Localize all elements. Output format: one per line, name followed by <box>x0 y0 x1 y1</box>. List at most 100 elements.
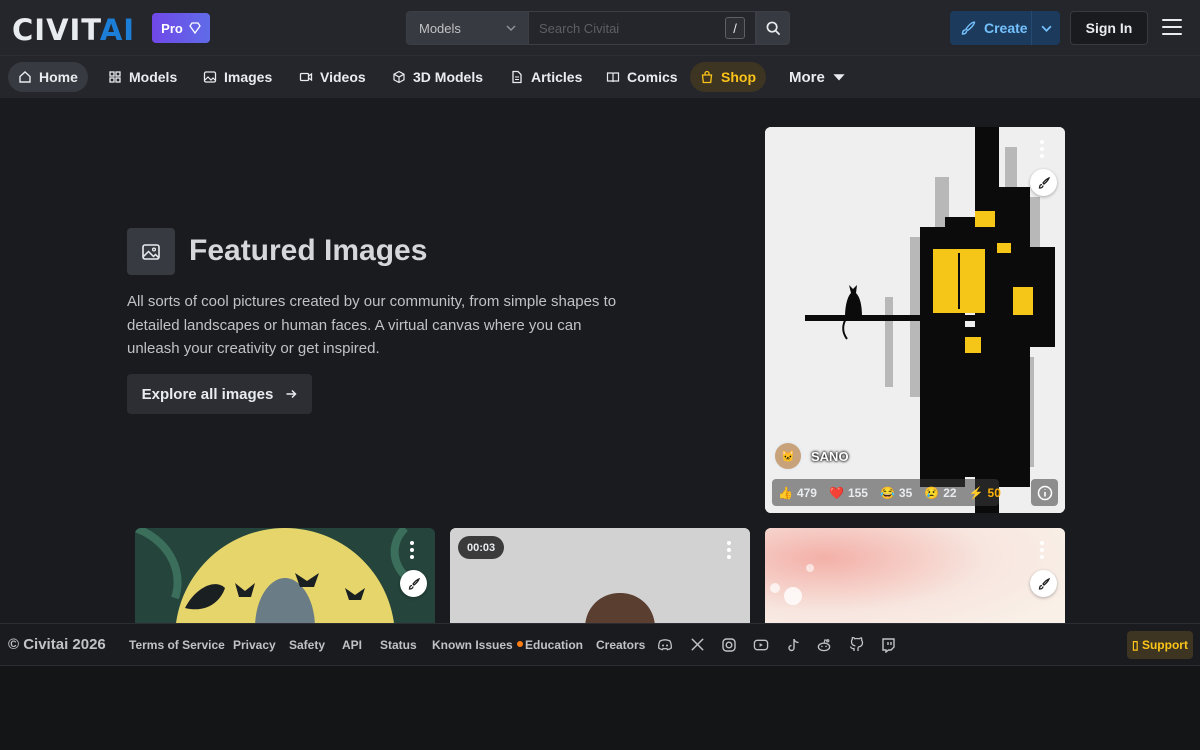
nav-more-label: More <box>789 68 825 86</box>
nav-shop-label: Shop <box>721 69 756 85</box>
grid-icon <box>109 71 121 83</box>
thumbs-up-icon: 👍 <box>778 485 793 500</box>
page-bottom <box>0 666 1200 750</box>
laugh-icon: 😂 <box>879 485 895 500</box>
laugh-reaction[interactable]: 😂 35 <box>880 486 912 500</box>
footer-link-status[interactable]: Status <box>380 638 417 652</box>
footer-link-education[interactable]: Education <box>525 638 583 652</box>
known-issues-label: Known Issues <box>432 637 513 652</box>
create-dropdown-toggle[interactable] <box>1032 23 1060 34</box>
image-info-button[interactable] <box>1031 479 1058 506</box>
pro-label: Pro <box>161 20 183 36</box>
nav-comics[interactable]: Comics <box>596 62 688 92</box>
more-options-icon[interactable] <box>1040 140 1044 158</box>
photo-icon <box>142 243 160 260</box>
page-description: All sorts of cool pictures created by ou… <box>127 293 617 357</box>
remix-icon[interactable] <box>400 570 427 597</box>
page-title: Featured Images <box>189 234 428 267</box>
video-icon <box>299 72 313 82</box>
nav-shop[interactable]: Shop <box>690 62 766 92</box>
heart-reaction[interactable]: ❤️ 155 <box>829 486 868 500</box>
status-dot <box>516 640 523 647</box>
nav-home-label: Home <box>39 69 78 85</box>
nav-videos[interactable]: Videos <box>289 62 376 92</box>
laugh-count: 35 <box>898 485 913 500</box>
top-bar: CIVITAI Pro Models Search Civitai / Crea… <box>0 0 1200 56</box>
like-reaction[interactable]: 👍 479 <box>778 486 817 500</box>
author-name[interactable]: SANO <box>811 449 849 464</box>
x-twitter-icon[interactable] <box>689 637 705 653</box>
nav-images[interactable]: Images <box>193 62 282 92</box>
nav-comics-label: Comics <box>627 69 678 85</box>
reaction-bar: 👍 479 ❤️ 155 😂 35 😢 22 ⚡ 50 <box>772 479 1001 506</box>
support-label: Support <box>1141 638 1188 652</box>
search-bar: Models Search Civitai / <box>406 11 790 45</box>
nav-images-label: Images <box>224 69 273 85</box>
footer-link-creators[interactable]: Creators <box>596 638 645 652</box>
more-options-icon[interactable] <box>410 541 414 559</box>
sign-in-button[interactable]: Sign In <box>1070 11 1148 45</box>
buzz-tip[interactable]: ⚡ 50 <box>969 486 1001 500</box>
footer-link-api[interactable]: API <box>342 638 362 652</box>
footer-link-safety[interactable]: Safety <box>289 638 325 652</box>
like-count: 479 <box>796 485 817 500</box>
info-icon <box>1037 485 1052 500</box>
nav-articles[interactable]: Articles <box>500 62 592 92</box>
explore-all-images-button[interactable]: Explore all images <box>127 374 312 414</box>
more-options-icon[interactable] <box>727 541 731 559</box>
civitai-logo[interactable]: CIVITAI <box>12 13 135 47</box>
youtube-icon[interactable] <box>753 637 769 653</box>
video-duration-badge: 00:03 <box>458 536 505 559</box>
nav-more[interactable]: More <box>779 62 856 92</box>
twitch-icon[interactable] <box>880 637 896 653</box>
footer-link-privacy[interactable]: Privacy <box>233 638 276 652</box>
cube-icon <box>393 70 405 84</box>
nav-3d-models[interactable]: 3D Models <box>382 62 493 92</box>
nav-home[interactable]: Home <box>8 62 88 92</box>
remix-icon[interactable] <box>1030 169 1057 196</box>
cry-icon: 😢 <box>924 485 940 500</box>
menu-icon[interactable] <box>1162 19 1182 37</box>
remix-icon[interactable] <box>1030 570 1057 597</box>
reddit-icon[interactable] <box>816 637 832 653</box>
main-nav: Home Models Images Videos 3D Models Arti… <box>0 56 1200 98</box>
pastel-bokeh-artwork <box>765 528 1065 628</box>
more-options-icon[interactable] <box>1040 541 1044 559</box>
image-card[interactable] <box>135 528 435 628</box>
search-category-select[interactable]: Models <box>406 11 529 45</box>
nav-3d-models-label: 3D Models <box>413 69 484 85</box>
avatar[interactable]: 🐱 <box>773 441 803 471</box>
search-input[interactable]: Search Civitai / <box>529 11 756 45</box>
file-text-icon <box>512 70 522 84</box>
cry-count: 22 <box>943 485 957 500</box>
moth-moon-artwork <box>135 528 435 628</box>
pro-badge[interactable]: Pro <box>152 13 210 43</box>
caret-down-icon <box>833 74 845 81</box>
image-card[interactable] <box>765 528 1065 628</box>
search-button[interactable] <box>756 11 790 45</box>
nav-models[interactable]: Models <box>98 62 187 92</box>
instagram-icon[interactable] <box>721 637 737 653</box>
search-shortcut-key: / <box>725 17 745 39</box>
create-label: Create <box>984 20 1028 36</box>
cry-reaction[interactable]: 😢 22 <box>924 486 956 500</box>
buzz-count: 50 <box>987 485 1001 500</box>
book-icon <box>606 72 620 83</box>
bolt-icon: ⚡ <box>968 485 984 500</box>
chevron-down-icon <box>1040 25 1052 32</box>
github-icon[interactable] <box>848 636 864 653</box>
footer-link-known-issues[interactable]: Known Issues <box>432 638 523 652</box>
featured-images-icon <box>127 228 175 275</box>
tiktok-icon[interactable] <box>785 637 801 653</box>
footer-link-terms[interactable]: Terms of Service <box>129 638 225 652</box>
heart-icon: ❤️ <box>828 485 844 500</box>
home-icon <box>19 71 31 83</box>
discord-icon[interactable] <box>657 637 673 653</box>
author-info[interactable]: 🐱 SANO <box>773 441 849 471</box>
copyright: © Civitai 2026 <box>8 636 106 653</box>
support-button[interactable]: ▯ Support <box>1127 631 1193 659</box>
arrow-right-icon <box>286 389 297 399</box>
create-button[interactable]: Create <box>950 11 1060 45</box>
brush-icon <box>961 21 976 35</box>
explore-label: Explore all images <box>141 385 274 403</box>
